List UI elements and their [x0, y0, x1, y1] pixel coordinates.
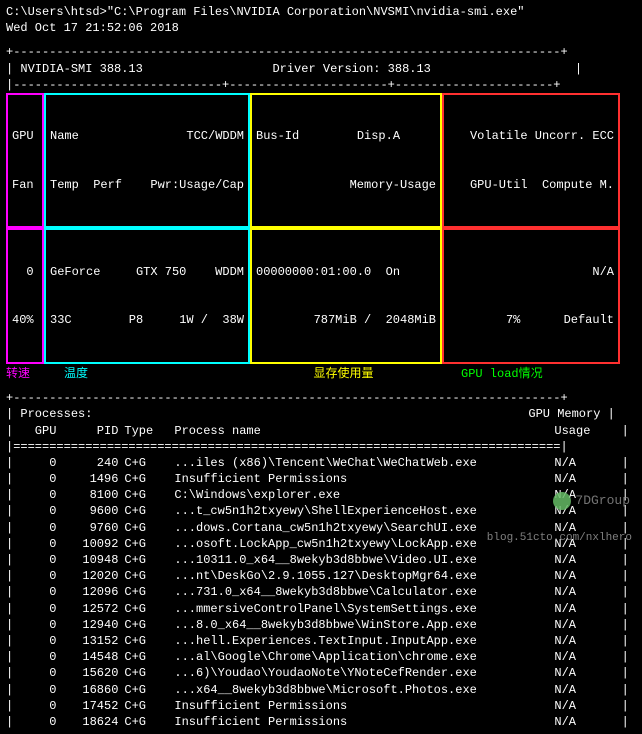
smi-version: NVIDIA-SMI 388.13 — [20, 61, 142, 77]
column-headers: GPU Fan Name TCC/WDDM Temp Perf Pwr:Usag… — [6, 93, 636, 229]
name-temp-header: Name TCC/WDDM Temp Perf Pwr:Usage/Cap — [44, 93, 250, 229]
timestamp: Wed Oct 17 21:52:06 2018 — [6, 20, 636, 36]
gpu-load-label: GPU load情况 — [441, 366, 619, 382]
process-row: | 01496C+GInsufficient PermissionsN/A | — [6, 471, 636, 487]
divider: |-----------------------------+---------… — [6, 77, 636, 93]
process-row: | 010948C+G...10311.0_x64__8wekyb3d8bbwe… — [6, 552, 636, 568]
process-row: | 012096C+G...731.0_x64__8wekyb3d8bbwe\C… — [6, 584, 636, 600]
process-row: | 09600C+G...t_cw5n1h2txyewy\ShellExperi… — [6, 503, 636, 519]
processes-header: | Processes: GPU Memory | — [6, 406, 636, 422]
busid-memory-values: 00000000:01:00.0 On 787MiB / 2048MiB — [250, 228, 442, 364]
processes-columns: | GPU PID Type Process name Usage | — [6, 423, 636, 439]
wechat-icon — [553, 492, 571, 510]
command-prompt: C:\Users\htsd>"C:\Program Files\NVIDIA C… — [6, 4, 636, 20]
process-row: | 013152C+G...hell.Experiences.TextInput… — [6, 633, 636, 649]
terminal-output: C:\Users\htsd>"C:\Program Files\NVIDIA C… — [0, 0, 642, 734]
busid-memory-header: Bus-Id Disp.A Memory-Usage — [250, 93, 442, 229]
gpu-values-row: 0 40% GeForce GTX 750 WDDM 33C P8 1W / 3… — [6, 228, 636, 364]
process-row: | 0240C+G...iles (x86)\Tencent\WeChat\We… — [6, 455, 636, 471]
process-row: | 016860C+G...x64__8wekyb3d8bbwe\Microso… — [6, 682, 636, 698]
watermark-url: blog.51cto.com/nxlhero — [487, 531, 632, 546]
volatile-util-values: N/A 7% Default — [442, 228, 620, 364]
divider: +---------------------------------------… — [6, 390, 636, 406]
gpu-fan-header: GPU Fan — [6, 93, 44, 229]
process-row: | 015620C+G...6)\Youdao\YoudaoNote\YNote… — [6, 665, 636, 681]
annotation-labels: 转速 温度 显存使用量 GPU load情况 — [6, 364, 636, 382]
name-temp-values: GeForce GTX 750 WDDM 33C P8 1W / 38W — [44, 228, 250, 364]
gpu-fan-values: 0 40% — [6, 228, 44, 364]
memory-usage-label: 显存使用量 — [246, 366, 441, 382]
temperature-label: 温度 — [46, 366, 246, 382]
process-row: | 08100C+GC:\Windows\explorer.exeN/A | — [6, 487, 636, 503]
process-row: | 012020C+G...nt\DeskGo\2.9.1055.127\Des… — [6, 568, 636, 584]
process-list: | 0240C+G...iles (x86)\Tencent\WeChat\We… — [6, 455, 636, 730]
process-row: | 012940C+G...8.0_x64__8wekyb3d8bbwe\Win… — [6, 617, 636, 633]
process-row: | 014548C+G...al\Google\Chrome\Applicati… — [6, 649, 636, 665]
divider: |=======================================… — [6, 439, 636, 455]
process-row: | 012572C+G...mmersiveControlPanel\Syste… — [6, 601, 636, 617]
process-row: | 018624C+GInsufficient PermissionsN/A | — [6, 714, 636, 730]
volatile-util-header: Volatile Uncorr. ECC GPU-Util Compute M. — [442, 93, 620, 229]
driver-version: Driver Version: 388.13 — [272, 61, 430, 77]
fan-speed-label: 转速 — [6, 366, 46, 382]
watermark-group: 7DGroup — [553, 492, 630, 510]
process-row: | 017452C+GInsufficient PermissionsN/A | — [6, 698, 636, 714]
version-header: | NVIDIA-SMI 388.13 Driver Version: 388.… — [6, 61, 636, 77]
divider-top: +---------------------------------------… — [6, 44, 636, 60]
watermark-text: 7DGroup — [575, 492, 630, 510]
